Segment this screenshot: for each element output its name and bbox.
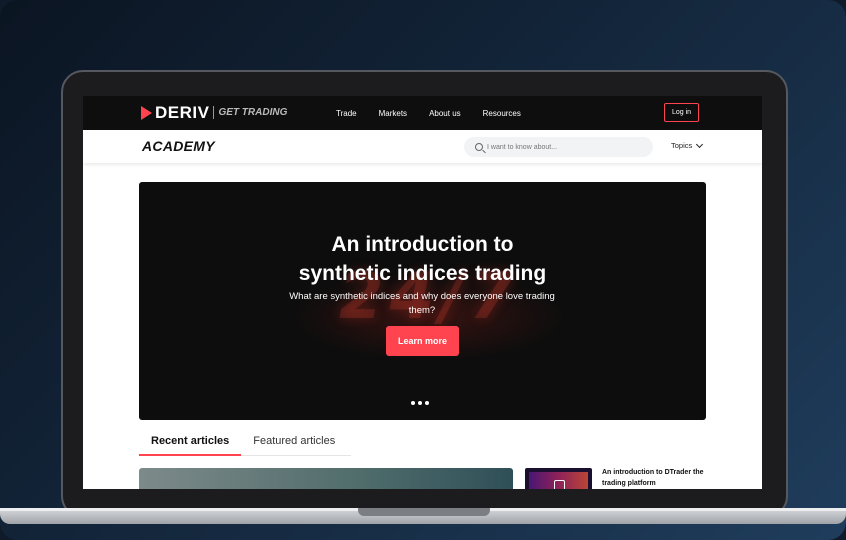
tab-featured-articles[interactable]: Featured articles xyxy=(241,434,347,456)
login-button[interactable]: Log in xyxy=(664,103,699,122)
nav-link-about-us[interactable]: About us xyxy=(429,109,461,118)
carousel-dot-3[interactable] xyxy=(425,401,429,405)
search-icon xyxy=(475,143,483,151)
hero-subtitle: What are synthetic indices and why does … xyxy=(289,291,555,316)
laptop-notch xyxy=(358,508,490,516)
topics-dropdown[interactable]: Topics xyxy=(671,140,704,150)
nav-link-resources[interactable]: Resources xyxy=(483,109,521,118)
carousel-dots xyxy=(411,401,432,405)
logo-divider xyxy=(213,106,215,119)
featured-article-image[interactable] xyxy=(139,468,513,489)
topics-label: Topics xyxy=(671,141,693,150)
nav-links: Trade Markets About us Resources xyxy=(336,96,543,130)
article-thumbnail[interactable] xyxy=(525,468,592,489)
search-input[interactable]: I want to know about... xyxy=(464,137,653,157)
carousel-dot-2[interactable] xyxy=(418,401,422,405)
academy-bar: ACADEMY I want to know about... Topics xyxy=(83,130,762,163)
top-navbar: DERIV GET TRADING Trade Markets About us… xyxy=(83,96,762,130)
logo-tagline: GET TRADING xyxy=(218,107,288,118)
logo-text: DERIV xyxy=(155,102,210,122)
laptop-screen: DERIV GET TRADING Trade Markets About us… xyxy=(83,96,762,489)
hero-title: An introduction to synthetic indices tra… xyxy=(139,230,706,288)
deriv-logo-icon xyxy=(141,105,152,120)
academy-title[interactable]: ACADEMY xyxy=(142,138,215,154)
tab-recent-articles[interactable]: Recent articles xyxy=(139,434,242,456)
search-placeholder: I want to know about... xyxy=(487,143,558,151)
nav-link-markets[interactable]: Markets xyxy=(379,109,407,118)
carousel-dot-1[interactable] xyxy=(411,401,415,405)
hero-title-line-1: An introduction to xyxy=(331,233,514,256)
deriv-logo[interactable]: DERIV GET TRADING xyxy=(141,102,288,122)
hero-title-line-2: synthetic indices trading xyxy=(298,262,547,285)
hero-banner: 24/7 An introduction to synthetic indice… xyxy=(139,182,706,420)
learn-more-button[interactable]: Learn more xyxy=(386,326,459,356)
article-title[interactable]: An introduction to DTrader the trading p… xyxy=(602,467,712,489)
article-tabs: Recent articles Featured articles xyxy=(139,434,351,456)
nav-link-trade[interactable]: Trade xyxy=(336,109,357,118)
chevron-down-icon xyxy=(696,140,704,148)
